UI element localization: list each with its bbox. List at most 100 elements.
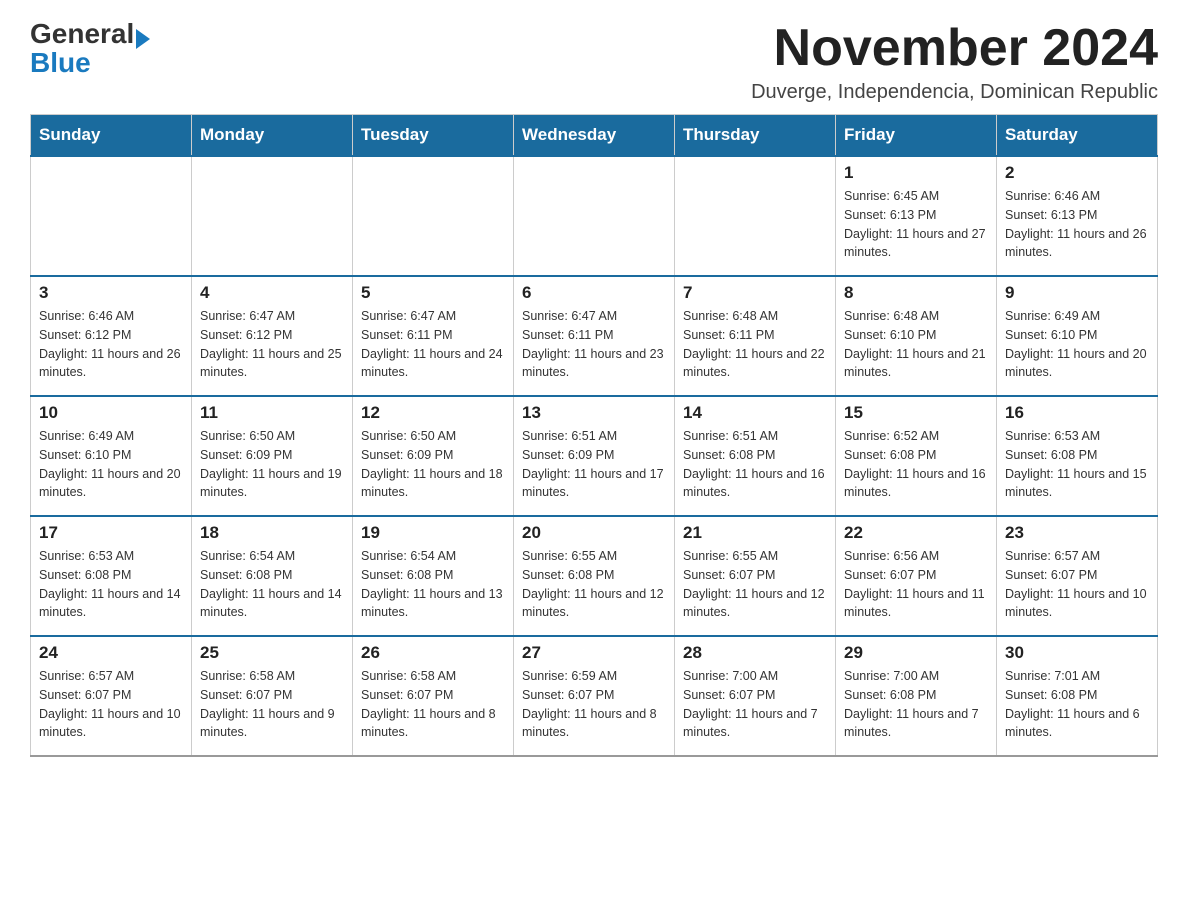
day-number: 26 — [361, 643, 505, 663]
day-number: 18 — [200, 523, 344, 543]
table-row: 18 Sunrise: 6:54 AM Sunset: 6:08 PM Dayli… — [192, 516, 353, 636]
table-row: 12Sunrise: 6:50 AM Sunset: 6:09 PM Dayli… — [353, 396, 514, 516]
day-info: Sunrise: 7:01 AM Sunset: 6:08 PM Dayligh… — [1005, 667, 1149, 742]
day-number: 12 — [361, 403, 505, 423]
day-info: Sunrise: 6:48 AM Sunset: 6:11 PM Dayligh… — [683, 307, 827, 382]
day-number: 23 — [1005, 523, 1149, 543]
calendar-table: Sunday Monday Tuesday Wednesday Thursday… — [30, 114, 1158, 757]
month-title: November 2024 — [751, 20, 1158, 77]
logo: General Blue — [30, 20, 150, 77]
day-info: Sunrise: 6:46 AM Sunset: 6:12 PM Dayligh… — [39, 307, 183, 382]
table-row: 19 Sunrise: 6:54 AM Sunset: 6:08 PM Dayli… — [353, 516, 514, 636]
day-info: Sunrise: 6:49 AM Sunset: 6:10 PM Dayligh… — [1005, 307, 1149, 382]
day-number: 8 — [844, 283, 988, 303]
day-number: 16 — [1005, 403, 1149, 423]
day-number: 21 — [683, 523, 827, 543]
day-number: 2 — [1005, 163, 1149, 183]
day-info: Sunrise: 6:54 AM Sunset: 6:08 PM Dayligh… — [200, 547, 344, 622]
day-info: Sunrise: 6:58 AM Sunset: 6:07 PM Dayligh… — [361, 667, 505, 742]
table-row: 25 Sunrise: 6:58 AM Sunset: 6:07 PM Dayli… — [192, 636, 353, 756]
day-info: Sunrise: 6:58 AM Sunset: 6:07 PM Dayligh… — [200, 667, 344, 742]
day-info: Sunrise: 6:51 AM Sunset: 6:09 PM Dayligh… — [522, 427, 666, 502]
table-row — [31, 156, 192, 276]
logo-blue-text: Blue — [30, 47, 91, 78]
day-info: Sunrise: 6:57 AM Sunset: 6:07 PM Dayligh… — [39, 667, 183, 742]
day-number: 17 — [39, 523, 183, 543]
calendar-week-5: 24 Sunrise: 6:57 AM Sunset: 6:07 PM Dayli… — [31, 636, 1158, 756]
table-row: 7 Sunrise: 6:48 AM Sunset: 6:11 PM Daylig… — [675, 276, 836, 396]
day-number: 7 — [683, 283, 827, 303]
day-info: Sunrise: 6:54 AM Sunset: 6:08 PM Dayligh… — [361, 547, 505, 622]
table-row: 1 Sunrise: 6:45 AM Sunset: 6:13 PM Daylig… — [836, 156, 997, 276]
table-row: 22 Sunrise: 6:56 AM Sunset: 6:07 PM Dayli… — [836, 516, 997, 636]
day-info: Sunrise: 6:47 AM Sunset: 6:11 PM Dayligh… — [522, 307, 666, 382]
day-number: 14 — [683, 403, 827, 423]
day-number: 10 — [39, 403, 183, 423]
day-info: Sunrise: 6:53 AM Sunset: 6:08 PM Dayligh… — [1005, 427, 1149, 502]
day-info: Sunrise: 6:59 AM Sunset: 6:07 PM Dayligh… — [522, 667, 666, 742]
day-info: Sunrise: 6:55 AM Sunset: 6:08 PM Dayligh… — [522, 547, 666, 622]
day-info: Sunrise: 6:47 AM Sunset: 6:11 PM Dayligh… — [361, 307, 505, 382]
table-row: 21 Sunrise: 6:55 AM Sunset: 6:07 PM Dayli… — [675, 516, 836, 636]
table-row: 8 Sunrise: 6:48 AM Sunset: 6:10 PM Daylig… — [836, 276, 997, 396]
title-area: November 2024 Duverge, Independencia, Do… — [751, 20, 1158, 104]
table-row: 16 Sunrise: 6:53 AM Sunset: 6:08 PM Dayli… — [997, 396, 1158, 516]
table-row: 24 Sunrise: 6:57 AM Sunset: 6:07 PM Dayli… — [31, 636, 192, 756]
table-row: 29Sunrise: 7:00 AM Sunset: 6:08 PM Dayli… — [836, 636, 997, 756]
day-number: 22 — [844, 523, 988, 543]
header-tuesday: Tuesday — [353, 115, 514, 157]
table-row: 20 Sunrise: 6:55 AM Sunset: 6:08 PM Dayli… — [514, 516, 675, 636]
header: General Blue November 2024 Duverge, Inde… — [30, 20, 1158, 104]
location-subtitle: Duverge, Independencia, Dominican Republ… — [751, 81, 1158, 104]
table-row: 10 Sunrise: 6:49 AM Sunset: 6:10 PM Dayli… — [31, 396, 192, 516]
day-number: 25 — [200, 643, 344, 663]
table-row — [192, 156, 353, 276]
table-row: 15 Sunrise: 6:52 AM Sunset: 6:08 PM Dayli… — [836, 396, 997, 516]
table-row: 2 Sunrise: 6:46 AM Sunset: 6:13 PM Daylig… — [997, 156, 1158, 276]
day-number: 27 — [522, 643, 666, 663]
day-info: Sunrise: 6:46 AM Sunset: 6:13 PM Dayligh… — [1005, 187, 1149, 262]
day-number: 24 — [39, 643, 183, 663]
day-number: 28 — [683, 643, 827, 663]
table-row: 13Sunrise: 6:51 AM Sunset: 6:09 PM Dayli… — [514, 396, 675, 516]
day-number: 1 — [844, 163, 988, 183]
day-number: 6 — [522, 283, 666, 303]
calendar-week-2: 3Sunrise: 6:46 AM Sunset: 6:12 PM Daylig… — [31, 276, 1158, 396]
calendar-week-4: 17 Sunrise: 6:53 AM Sunset: 6:08 PM Dayli… — [31, 516, 1158, 636]
day-info: Sunrise: 6:50 AM Sunset: 6:09 PM Dayligh… — [200, 427, 344, 502]
header-friday: Friday — [836, 115, 997, 157]
table-row: 4Sunrise: 6:47 AM Sunset: 6:12 PM Daylig… — [192, 276, 353, 396]
table-row — [514, 156, 675, 276]
table-row — [353, 156, 514, 276]
table-row: 27 Sunrise: 6:59 AM Sunset: 6:07 PM Dayli… — [514, 636, 675, 756]
header-sunday: Sunday — [31, 115, 192, 157]
day-info: Sunrise: 6:45 AM Sunset: 6:13 PM Dayligh… — [844, 187, 988, 262]
day-info: Sunrise: 6:53 AM Sunset: 6:08 PM Dayligh… — [39, 547, 183, 622]
table-row: 17 Sunrise: 6:53 AM Sunset: 6:08 PM Dayli… — [31, 516, 192, 636]
table-row: 14 Sunrise: 6:51 AM Sunset: 6:08 PM Dayli… — [675, 396, 836, 516]
logo-arrow-icon — [136, 29, 150, 49]
day-info: Sunrise: 6:57 AM Sunset: 6:07 PM Dayligh… — [1005, 547, 1149, 622]
table-row: 26 Sunrise: 6:58 AM Sunset: 6:07 PM Dayli… — [353, 636, 514, 756]
day-info: Sunrise: 6:55 AM Sunset: 6:07 PM Dayligh… — [683, 547, 827, 622]
day-number: 20 — [522, 523, 666, 543]
table-row: 23 Sunrise: 6:57 AM Sunset: 6:07 PM Dayli… — [997, 516, 1158, 636]
logo-line2: Blue — [30, 49, 91, 77]
day-number: 15 — [844, 403, 988, 423]
table-row: 30 Sunrise: 7:01 AM Sunset: 6:08 PM Dayli… — [997, 636, 1158, 756]
day-info: Sunrise: 7:00 AM Sunset: 6:08 PM Dayligh… — [844, 667, 988, 742]
table-row: 9 Sunrise: 6:49 AM Sunset: 6:10 PM Daylig… — [997, 276, 1158, 396]
day-number: 5 — [361, 283, 505, 303]
day-info: Sunrise: 6:51 AM Sunset: 6:08 PM Dayligh… — [683, 427, 827, 502]
day-number: 19 — [361, 523, 505, 543]
day-info: Sunrise: 6:48 AM Sunset: 6:10 PM Dayligh… — [844, 307, 988, 382]
day-number: 30 — [1005, 643, 1149, 663]
table-row: 6 Sunrise: 6:47 AM Sunset: 6:11 PM Daylig… — [514, 276, 675, 396]
calendar-week-3: 10 Sunrise: 6:49 AM Sunset: 6:10 PM Dayli… — [31, 396, 1158, 516]
day-info: Sunrise: 6:56 AM Sunset: 6:07 PM Dayligh… — [844, 547, 988, 622]
day-info: Sunrise: 6:52 AM Sunset: 6:08 PM Dayligh… — [844, 427, 988, 502]
day-info: Sunrise: 6:49 AM Sunset: 6:10 PM Dayligh… — [39, 427, 183, 502]
header-thursday: Thursday — [675, 115, 836, 157]
table-row: 11Sunrise: 6:50 AM Sunset: 6:09 PM Dayli… — [192, 396, 353, 516]
day-number: 9 — [1005, 283, 1149, 303]
